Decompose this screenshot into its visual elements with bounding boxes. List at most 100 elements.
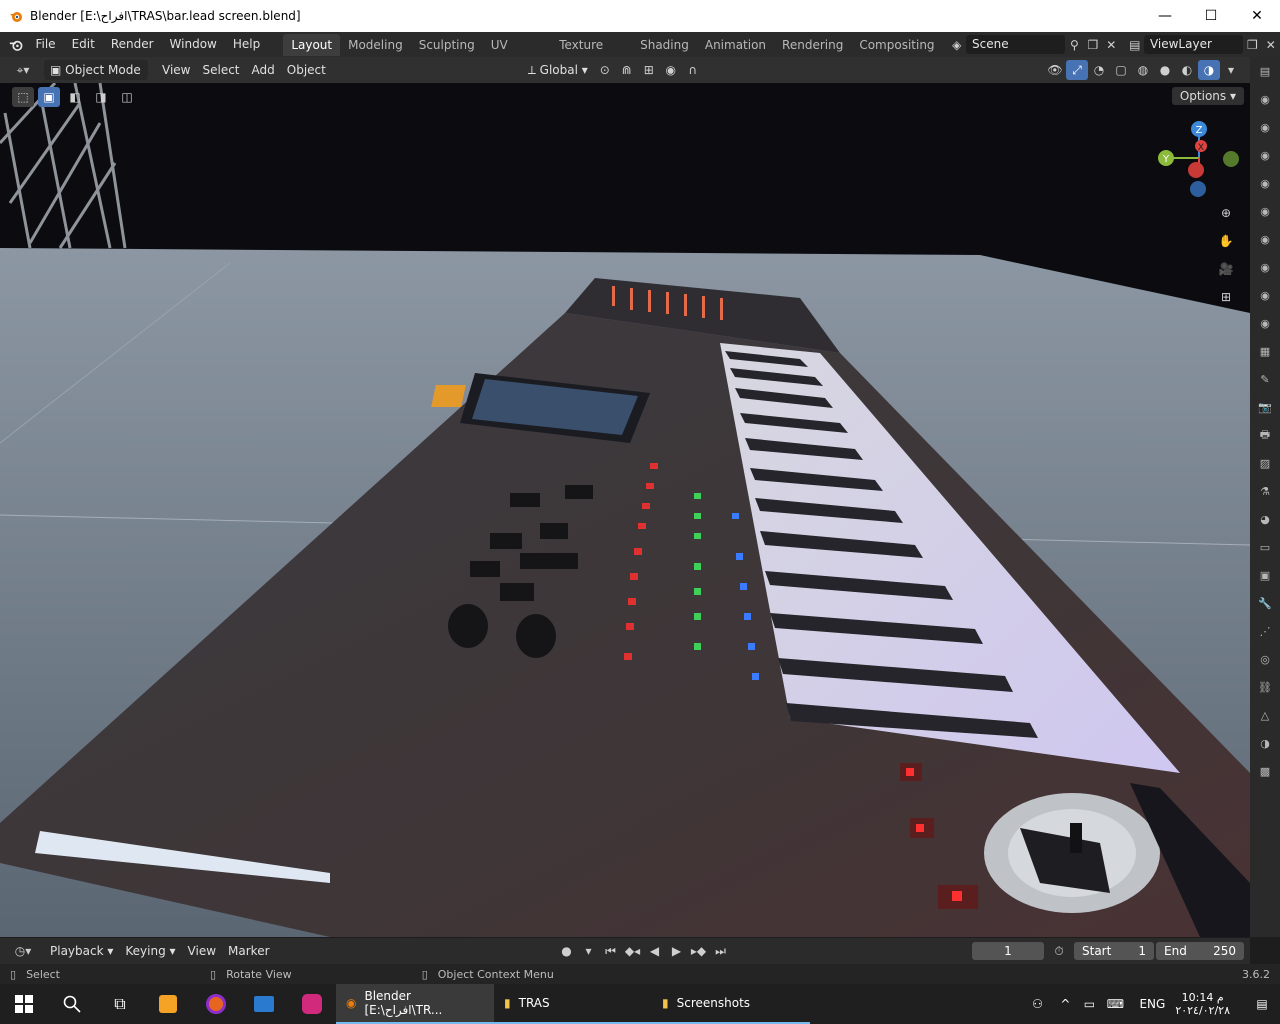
viewlayer-selector-icon[interactable]: ▤ <box>1126 35 1144 55</box>
media-player-icon[interactable] <box>144 984 192 1024</box>
xray-icon[interactable]: ▢ <box>1110 60 1132 80</box>
minimize-button[interactable]: — <box>1142 0 1188 32</box>
falloff-icon[interactable]: ∩ <box>682 60 704 80</box>
jump-end-icon[interactable]: ⏭ <box>710 941 732 961</box>
menu-timeline-view[interactable]: View <box>182 941 222 961</box>
store-icon[interactable] <box>240 984 288 1024</box>
3d-viewport[interactable]: ⬚ ▣ ◧ ◨ ◫ Options ▾ Z Y X ⊕ ✋ 🎥 ⊞ <box>0 83 1250 937</box>
record-keyframe-icon[interactable]: ● <box>556 941 578 961</box>
pan-hand-icon[interactable]: ✋ <box>1215 231 1237 251</box>
remove-viewlayer-icon[interactable]: ✕ <box>1262 35 1280 55</box>
mode-dropdown[interactable]: ▣ Object Mode ▾ <box>44 60 148 97</box>
maximize-button[interactable]: ☐ <box>1188 0 1234 32</box>
menu-select[interactable]: Select <box>196 60 245 80</box>
timeline-editor-type-icon[interactable]: ◷▾ <box>8 941 38 961</box>
modifier-properties-icon[interactable]: 🔧 <box>1255 593 1275 613</box>
tab-rendering[interactable]: Rendering <box>774 34 851 56</box>
menu-view[interactable]: View <box>156 60 196 80</box>
close-button[interactable]: ✕ <box>1234 0 1280 32</box>
properties-editor-icon[interactable]: ▦ <box>1255 341 1275 361</box>
current-frame-field[interactable]: 1 <box>972 942 1044 960</box>
play-reverse-icon[interactable]: ◀ <box>644 941 666 961</box>
new-scene-icon[interactable]: ❐ <box>1084 35 1102 55</box>
render-visibility-icon[interactable]: ◉ <box>1255 257 1275 277</box>
data-properties-icon[interactable]: △ <box>1255 705 1275 725</box>
tool-properties-icon[interactable]: ✎ <box>1255 369 1275 389</box>
windows-start-icon[interactable] <box>0 984 48 1024</box>
instagram-icon[interactable] <box>288 984 336 1024</box>
tab-animation[interactable]: Animation <box>697 34 774 56</box>
snap-icon[interactable]: ⋒ <box>616 60 638 80</box>
object-properties-icon[interactable]: ▣ <box>1255 565 1275 585</box>
taskbar-app-screenshots[interactable]: ▮ Screenshots <box>652 984 810 1024</box>
search-icon[interactable] <box>48 984 96 1024</box>
render-visibility-icon[interactable]: ◉ <box>1255 229 1275 249</box>
record-options-icon[interactable]: ▾ <box>578 941 600 961</box>
ortho-grid-icon[interactable]: ⊞ <box>1215 287 1237 307</box>
menu-playback[interactable]: Playback ▾ <box>44 941 119 961</box>
particles-properties-icon[interactable]: ⋰ <box>1255 621 1275 641</box>
clock[interactable]: 10:14 م ٢٠٢٤/٠٢/٢٨ <box>1175 991 1230 1017</box>
mode-new-selection-icon[interactable]: ▣ <box>38 87 60 107</box>
render-visibility-icon[interactable]: ◉ <box>1255 173 1275 193</box>
mode-subtract-selection-icon[interactable]: ◨ <box>90 87 112 107</box>
editor-type-icon[interactable]: ⌖▾ <box>8 60 38 80</box>
physics-properties-icon[interactable]: ◎ <box>1255 649 1275 669</box>
world-properties-icon[interactable]: ◕ <box>1255 509 1275 529</box>
menu-render[interactable]: Render <box>103 32 162 57</box>
orientation-dropdown[interactable]: ⟂ Global ▾ <box>522 60 594 80</box>
outliner-toggle-icon[interactable]: ▤ <box>1255 61 1275 81</box>
play-icon[interactable]: ▶ <box>666 941 688 961</box>
notifications-icon[interactable]: ▤ <box>1244 984 1280 1024</box>
texture-properties-icon[interactable]: ▩ <box>1255 761 1275 781</box>
solid-shading-icon[interactable]: ● <box>1154 60 1176 80</box>
blender-menu-icon[interactable] <box>4 36 27 54</box>
tab-texture-paint[interactable]: Texture Paint <box>551 34 632 74</box>
collection-properties-icon[interactable]: ▭ <box>1255 537 1275 557</box>
overlay-icon[interactable]: ◔ <box>1088 60 1110 80</box>
menu-add[interactable]: Add <box>246 60 281 80</box>
tab-layout[interactable]: Layout <box>283 33 341 56</box>
constraints-properties-icon[interactable]: ⛓ <box>1255 677 1275 697</box>
material-shading-icon[interactable]: ◐ <box>1176 60 1198 80</box>
pivot-icon[interactable]: ⊙ <box>594 60 616 80</box>
menu-help[interactable]: Help <box>225 32 268 57</box>
menu-object[interactable]: Object <box>281 60 332 80</box>
mode-extend-selection-icon[interactable]: ◧ <box>64 87 86 107</box>
render-visibility-icon[interactable]: ◉ <box>1255 89 1275 109</box>
render-visibility-icon[interactable]: ◉ <box>1255 201 1275 221</box>
navigation-gizmo[interactable]: Z Y X <box>1155 118 1245 208</box>
menu-window[interactable]: Window <box>162 32 225 57</box>
scene-properties-icon[interactable]: ⚗ <box>1255 481 1275 501</box>
menu-edit[interactable]: Edit <box>64 32 103 57</box>
snap-target-icon[interactable]: ⊞ <box>638 60 660 80</box>
tab-modeling[interactable]: Modeling <box>340 34 411 56</box>
end-frame-field[interactable]: End 250 <box>1156 942 1244 960</box>
people-icon[interactable]: ⚇ <box>1021 984 1053 1024</box>
shading-options-icon[interactable]: ▾ <box>1220 60 1242 80</box>
render-visibility-icon[interactable]: ◉ <box>1255 313 1275 333</box>
tab-compositing[interactable]: Compositing <box>851 34 942 56</box>
input-language[interactable]: ENG <box>1139 997 1165 1011</box>
next-keyframe-icon[interactable]: ▸◆ <box>688 941 710 961</box>
mode-intersect-selection-icon[interactable]: ◫ <box>116 87 138 107</box>
jump-start-icon[interactable]: ⏮ <box>600 941 622 961</box>
wireframe-shading-icon[interactable]: ◍ <box>1132 60 1154 80</box>
view-layer-properties-icon[interactable]: ▨ <box>1255 453 1275 473</box>
render-visibility-icon[interactable]: ◉ <box>1255 117 1275 137</box>
scene-field[interactable]: Scene <box>966 35 1066 54</box>
taskbar-app-tras[interactable]: ▮ TRAS <box>494 984 652 1024</box>
taskbar-app-blender[interactable]: ◉ Blender [E:\افراح\TR... <box>336 984 494 1024</box>
render-visibility-icon[interactable]: ◉ <box>1255 285 1275 305</box>
prev-keyframe-icon[interactable]: ◆◂ <box>622 941 644 961</box>
output-properties-icon[interactable]: 🖶 <box>1255 425 1275 445</box>
render-properties-icon[interactable]: 📷 <box>1255 397 1275 417</box>
material-properties-icon[interactable]: ◑ <box>1255 733 1275 753</box>
render-visibility-icon[interactable]: ◉ <box>1255 145 1275 165</box>
proportional-edit-icon[interactable]: ◉ <box>660 60 682 80</box>
camera-view-icon[interactable]: 🎥 <box>1215 259 1237 279</box>
tab-uv-editing[interactable]: UV Editing <box>483 34 551 74</box>
keyboard-icon[interactable]: ⌨ <box>1101 984 1129 1024</box>
pin-icon[interactable]: ⚲ <box>1065 35 1083 55</box>
menu-keying[interactable]: Keying ▾ <box>119 941 181 961</box>
